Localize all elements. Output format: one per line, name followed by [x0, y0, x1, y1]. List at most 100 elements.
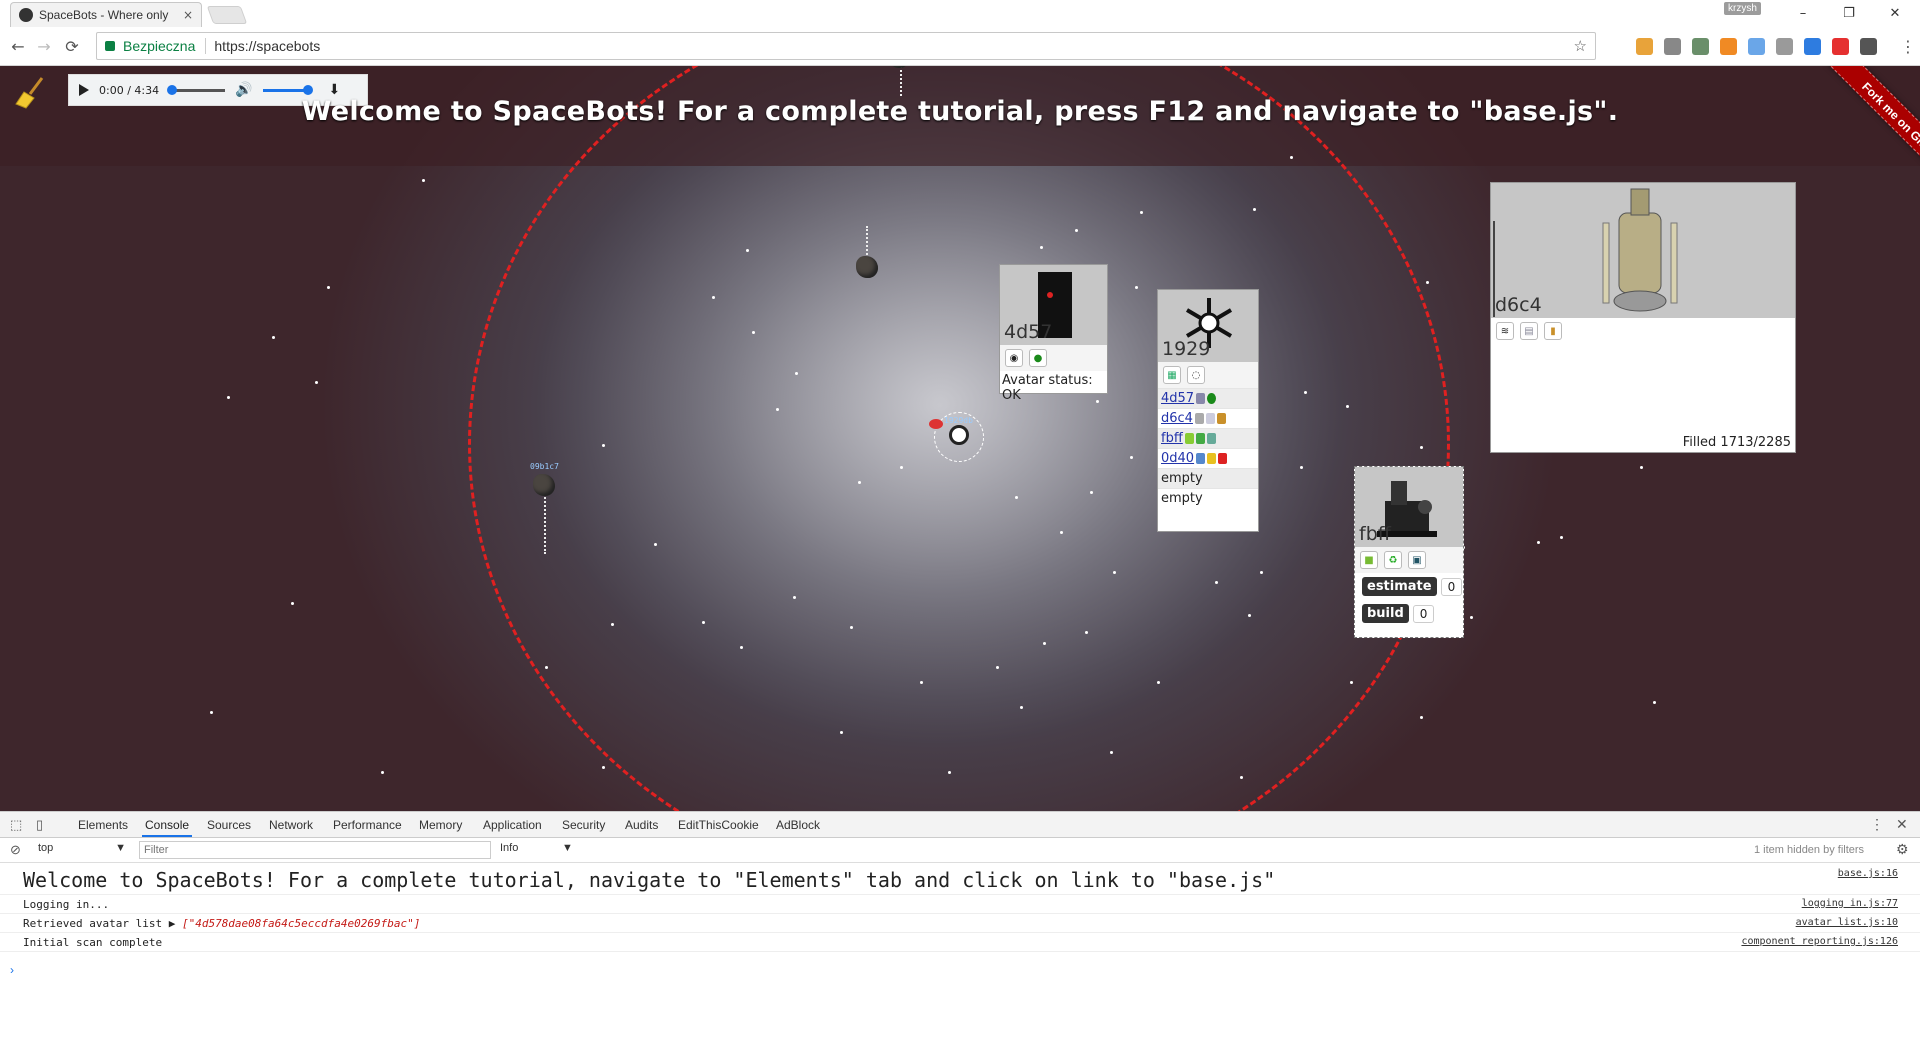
tab-sources[interactable]: Sources [207, 818, 251, 832]
console-source-link[interactable]: logging in.js:77 [1802, 898, 1898, 909]
panel-image: fbff [1355, 467, 1463, 547]
devtools-tabbar: ⬚ ▯ Elements Console Sources Network Per… [0, 812, 1920, 838]
console-source-link[interactable]: base.js:16 [1838, 868, 1898, 879]
console-prompt[interactable]: › [10, 963, 14, 977]
console-source-link[interactable]: component reporting.js:126 [1741, 936, 1898, 947]
estimate-button[interactable]: estimate [1362, 577, 1437, 596]
log-level-select[interactable]: Info ▼ [500, 842, 580, 854]
asteroid[interactable] [856, 256, 878, 278]
slot-link-fbff[interactable]: fbff [1161, 431, 1183, 446]
console-line: Retrieved avatar list ▶ ["4d578dae08fa64… [0, 914, 1920, 933]
extension-icon[interactable] [1776, 38, 1793, 55]
browser-toolbar: ← → ⟳ Bezpieczna https://spacebots ☆ ⋮ [0, 27, 1920, 66]
audio-seek-slider[interactable] [167, 84, 226, 95]
console-line: Initial scan complete component reportin… [0, 933, 1920, 952]
build-count: 0 [1412, 604, 1435, 623]
address-bar[interactable]: Bezpieczna https://spacebots ☆ [96, 32, 1596, 60]
url-text[interactable]: https://spacebots [214, 38, 320, 54]
green-orb-icon[interactable]: ● [1029, 349, 1047, 367]
tab-console[interactable]: Console [141, 818, 193, 837]
tab-security[interactable]: Security [562, 818, 605, 832]
tab-close-icon[interactable]: × [183, 8, 193, 22]
extension-icon[interactable] [1664, 38, 1681, 55]
star [1653, 701, 1656, 704]
component-panel-1929[interactable]: 1929 ▦ ◌ 4d57 d6c4 fbff 0d40 empty empty [1157, 289, 1259, 532]
browser-menu-icon[interactable]: ⋮ [1900, 37, 1916, 56]
cube-icon[interactable]: ■ [1360, 551, 1378, 569]
console-settings-gear-icon[interactable]: ⚙ [1896, 841, 1909, 858]
panel-icon-row: ≋ ▤ ▮ [1491, 318, 1795, 344]
profile-badge[interactable]: krzysh [1724, 2, 1761, 15]
monitor-icon[interactable]: ▣ [1408, 551, 1426, 569]
tab-elements[interactable]: Elements [78, 818, 128, 832]
component-panel-fbff[interactable]: fbff ■ ♻ ▣ estimate 0 build 0 [1354, 466, 1464, 638]
reload-button[interactable]: ⟳ [62, 36, 82, 56]
console-array-value[interactable]: ["4d578dae08fa64c5eccdfa4e0269fbac"] [182, 917, 420, 930]
inspect-icon[interactable]: ⬚ [10, 817, 22, 833]
comment-icon[interactable]: ◌ [1187, 366, 1205, 384]
battery-icon[interactable]: ▮ [1544, 322, 1562, 340]
recycle-icon[interactable]: ♻ [1384, 551, 1402, 569]
context-select[interactable]: top ▼ [38, 842, 126, 858]
extension-icon[interactable] [1860, 38, 1877, 55]
tab-performance[interactable]: Performance [333, 818, 402, 832]
clear-console-icon[interactable]: ⊘ [10, 842, 21, 858]
component-panel-d6c4[interactable]: d6c4 ≋ ▤ ▮ Filled 1713/2285 [1490, 182, 1796, 453]
extension-icon[interactable] [1720, 38, 1737, 55]
star [1560, 536, 1563, 539]
back-button[interactable]: ← [8, 36, 28, 56]
console-filter-input[interactable] [139, 841, 491, 859]
extension-icon[interactable] [1804, 38, 1821, 55]
tab-application[interactable]: Application [483, 818, 542, 832]
build-button[interactable]: build [1362, 604, 1409, 623]
asteroid[interactable] [533, 474, 555, 496]
devtools-close-icon[interactable]: ✕ [1896, 816, 1908, 833]
tab-editthiscookie[interactable]: EditThisCookie [678, 818, 759, 832]
welcome-banner: Welcome to SpaceBots! For a complete tut… [301, 96, 1619, 127]
extension-icon[interactable] [1748, 38, 1765, 55]
panel-icon-row: ■ ♻ ▣ [1355, 547, 1463, 573]
device-toolbar-icon[interactable]: ▯ [36, 817, 43, 833]
game-viewport[interactable]: 0:00 / 4:34 🔊 ⬇ Welcome to SpaceBots! Fo… [0, 66, 1920, 811]
slot-link-0d40[interactable]: 0d40 [1161, 451, 1194, 466]
avatar-eye-icon[interactable]: ◉ [1005, 349, 1023, 367]
tab-adblock[interactable]: AdBlock [776, 818, 820, 832]
panel-id: fbff [1359, 523, 1391, 545]
star [327, 286, 330, 289]
canister-icon[interactable]: ▤ [1520, 322, 1538, 340]
panel-image: d6c4 [1491, 183, 1795, 318]
forward-button[interactable]: → [34, 36, 54, 56]
extension-icon[interactable] [1832, 38, 1849, 55]
extension-icon[interactable] [1636, 38, 1653, 55]
console-message: Initial scan complete [23, 936, 163, 949]
spring-icon[interactable]: ≋ [1496, 322, 1514, 340]
tab-audits[interactable]: Audits [625, 818, 658, 832]
star [272, 336, 275, 339]
panel-icon-row: ▦ ◌ [1158, 362, 1258, 388]
star [381, 771, 384, 774]
tab-memory[interactable]: Memory [419, 818, 462, 832]
slot-row: 0d40 [1158, 448, 1258, 468]
close-window-button[interactable]: ✕ [1872, 2, 1918, 24]
restore-button[interactable]: ❐ [1826, 2, 1872, 24]
component-panel-4d57[interactable]: 4d57 ◉ ● Avatar status: OK [999, 264, 1108, 403]
minimize-button[interactable]: – [1780, 2, 1826, 24]
console-line: Welcome to SpaceBots! For a complete tut… [0, 863, 1920, 895]
volume-slider[interactable] [262, 84, 313, 95]
star [315, 381, 318, 384]
browser-tab[interactable]: SpaceBots - Where only × [10, 2, 202, 27]
new-tab-button[interactable] [206, 6, 248, 24]
network-icon[interactable]: ▦ [1163, 366, 1181, 384]
ship-core-icon [949, 425, 969, 445]
devtools-menu-icon[interactable]: ⋮ [1870, 816, 1884, 833]
play-icon[interactable] [79, 84, 89, 96]
bookmark-star-icon[interactable]: ☆ [1574, 37, 1587, 55]
extension-icon[interactable] [1692, 38, 1709, 55]
canister-icon [1205, 413, 1215, 424]
console-message: Retrieved avatar list ▶ ["4d578dae08fa64… [23, 917, 420, 930]
console-source-link[interactable]: avatar list.js:10 [1796, 917, 1898, 928]
slot-link-4d57[interactable]: 4d57 [1161, 391, 1194, 406]
tab-network[interactable]: Network [269, 818, 313, 832]
audio-time: 0:00 / 4:34 [99, 83, 160, 97]
slot-link-d6c4[interactable]: d6c4 [1161, 411, 1193, 426]
